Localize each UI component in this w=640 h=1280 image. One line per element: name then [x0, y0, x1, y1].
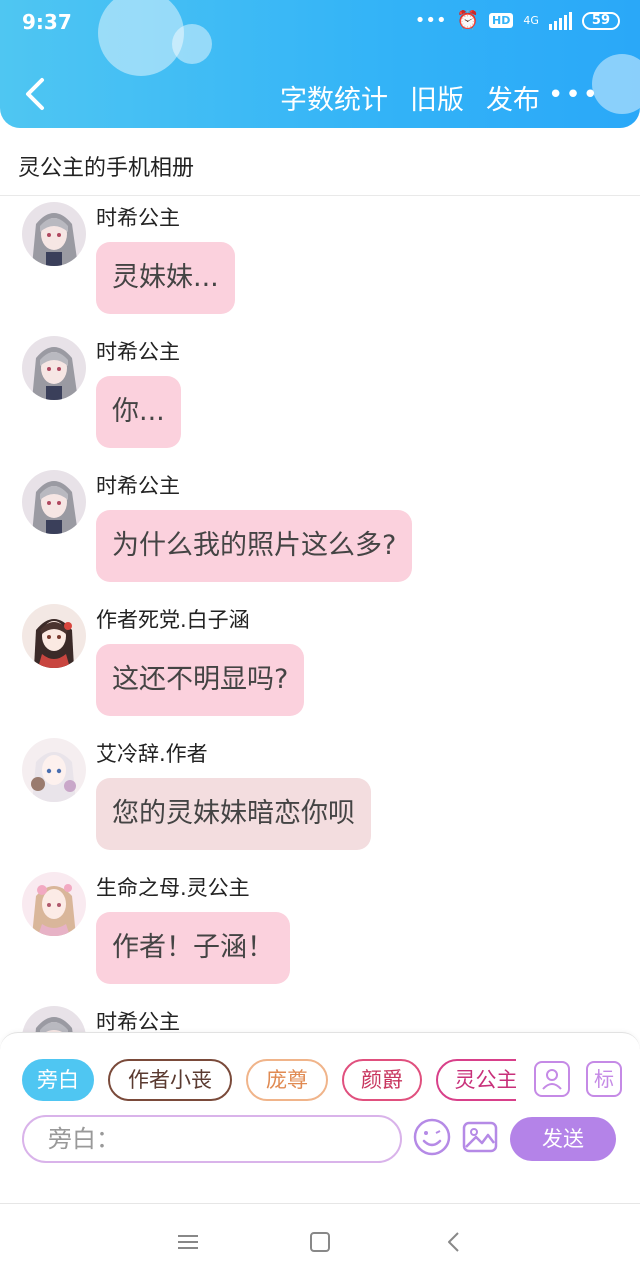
- sender-name: 作者死党.白子涵: [96, 608, 250, 632]
- alarm-icon: ⏰: [456, 10, 480, 31]
- sender-name: 时希公主: [96, 1010, 180, 1032]
- publish-button[interactable]: 发布: [486, 78, 540, 117]
- signal-icon: [548, 11, 572, 30]
- role-chip-row[interactable]: 旁白 作者小丧 庞尊 颜爵 灵公主: [22, 1059, 516, 1103]
- composer-panel: 旁白 作者小丧 庞尊 颜爵 灵公主 标 发送: [0, 1032, 640, 1164]
- menu-icon: [178, 1235, 198, 1249]
- message-bubble[interactable]: 作者！子涵！: [96, 912, 290, 984]
- sender-name: 时希公主: [96, 206, 180, 230]
- chat-screen: 9:37 ••• ⏰ HD 4G 59 字数统计 旧版 发布 ••• 灵公主的手…: [0, 0, 640, 1280]
- page-title[interactable]: 灵公主的手机相册: [18, 150, 194, 182]
- role-chip-linggongzhu[interactable]: 灵公主: [436, 1059, 516, 1101]
- image-icon: [462, 1121, 498, 1153]
- image-button[interactable]: [460, 1117, 500, 1157]
- message-input[interactable]: [22, 1115, 402, 1163]
- message-bubble[interactable]: 为什么我的照片这么多?: [96, 510, 413, 582]
- avatar-shixi[interactable]: [22, 336, 86, 400]
- home-button[interactable]: [306, 1228, 334, 1256]
- old-version-button[interactable]: 旧版: [410, 78, 464, 117]
- panel-spacer: [0, 1164, 640, 1204]
- network-label: 4G: [523, 14, 539, 27]
- avatar-shixi[interactable]: [22, 470, 86, 534]
- message-list[interactable]: 时希公主 灵妹妹... 时希公主 你... 时希公主 为什么我的照片这么多? 作…: [0, 200, 640, 1032]
- back-icon: [448, 1232, 459, 1252]
- emoji-button[interactable]: [412, 1117, 452, 1157]
- message-bubble[interactable]: 这还不明显吗?: [96, 644, 305, 716]
- avatar-shixi[interactable]: [22, 202, 86, 266]
- chevron-left-icon: [26, 78, 44, 110]
- avatar-linggongzhu[interactable]: [22, 872, 86, 936]
- more-button[interactable]: •••: [548, 80, 600, 110]
- system-back-button[interactable]: [440, 1228, 468, 1256]
- role-chip-author[interactable]: 作者小丧: [108, 1059, 232, 1101]
- message-bubble[interactable]: 灵妹妹...: [96, 242, 235, 314]
- battery-indicator: 59: [581, 11, 620, 30]
- avatar-ailengci[interactable]: [22, 738, 86, 802]
- role-chip-yanjue[interactable]: 颜爵: [342, 1059, 422, 1101]
- emoji-icon: [413, 1118, 451, 1156]
- avatar-icon[interactable]: [534, 1061, 570, 1097]
- system-nav-bar: [0, 1204, 640, 1280]
- dots-icon: •••: [414, 10, 447, 31]
- status-icons: ••• ⏰ HD 4G 59: [415, 10, 620, 31]
- decor-bubble: [172, 24, 212, 64]
- title-bar: 灵公主的手机相册: [0, 138, 640, 196]
- message-bubble[interactable]: 你...: [96, 376, 181, 448]
- hd-badge: HD: [489, 13, 514, 28]
- header-actions: 字数统计 旧版 发布: [280, 78, 540, 117]
- avatar-shixi[interactable]: [22, 1006, 86, 1032]
- menu-button[interactable]: [174, 1228, 202, 1256]
- home-icon: [310, 1232, 330, 1252]
- message-bubble[interactable]: 您的灵妹妹暗恋你呗: [96, 778, 371, 850]
- sender-name: 时希公主: [96, 474, 180, 498]
- send-button[interactable]: 发送: [510, 1117, 616, 1161]
- sender-name: 艾冷辞.作者: [96, 742, 208, 766]
- status-time: 9:37: [22, 10, 72, 34]
- back-button[interactable]: [22, 74, 50, 114]
- app-header: 9:37 ••• ⏰ HD 4G 59 字数统计 旧版 发布 •••: [0, 0, 640, 128]
- role-chip-narrator[interactable]: 旁白: [22, 1059, 94, 1101]
- sender-name: 生命之母.灵公主: [96, 876, 250, 900]
- tag-icon[interactable]: 标: [586, 1061, 622, 1097]
- sender-name: 时希公主: [96, 340, 180, 364]
- role-chip-pangzun[interactable]: 庞尊: [246, 1059, 328, 1101]
- word-count-button[interactable]: 字数统计: [280, 78, 388, 117]
- avatar-baizihan[interactable]: [22, 604, 86, 668]
- decor-bubble: [98, 0, 184, 76]
